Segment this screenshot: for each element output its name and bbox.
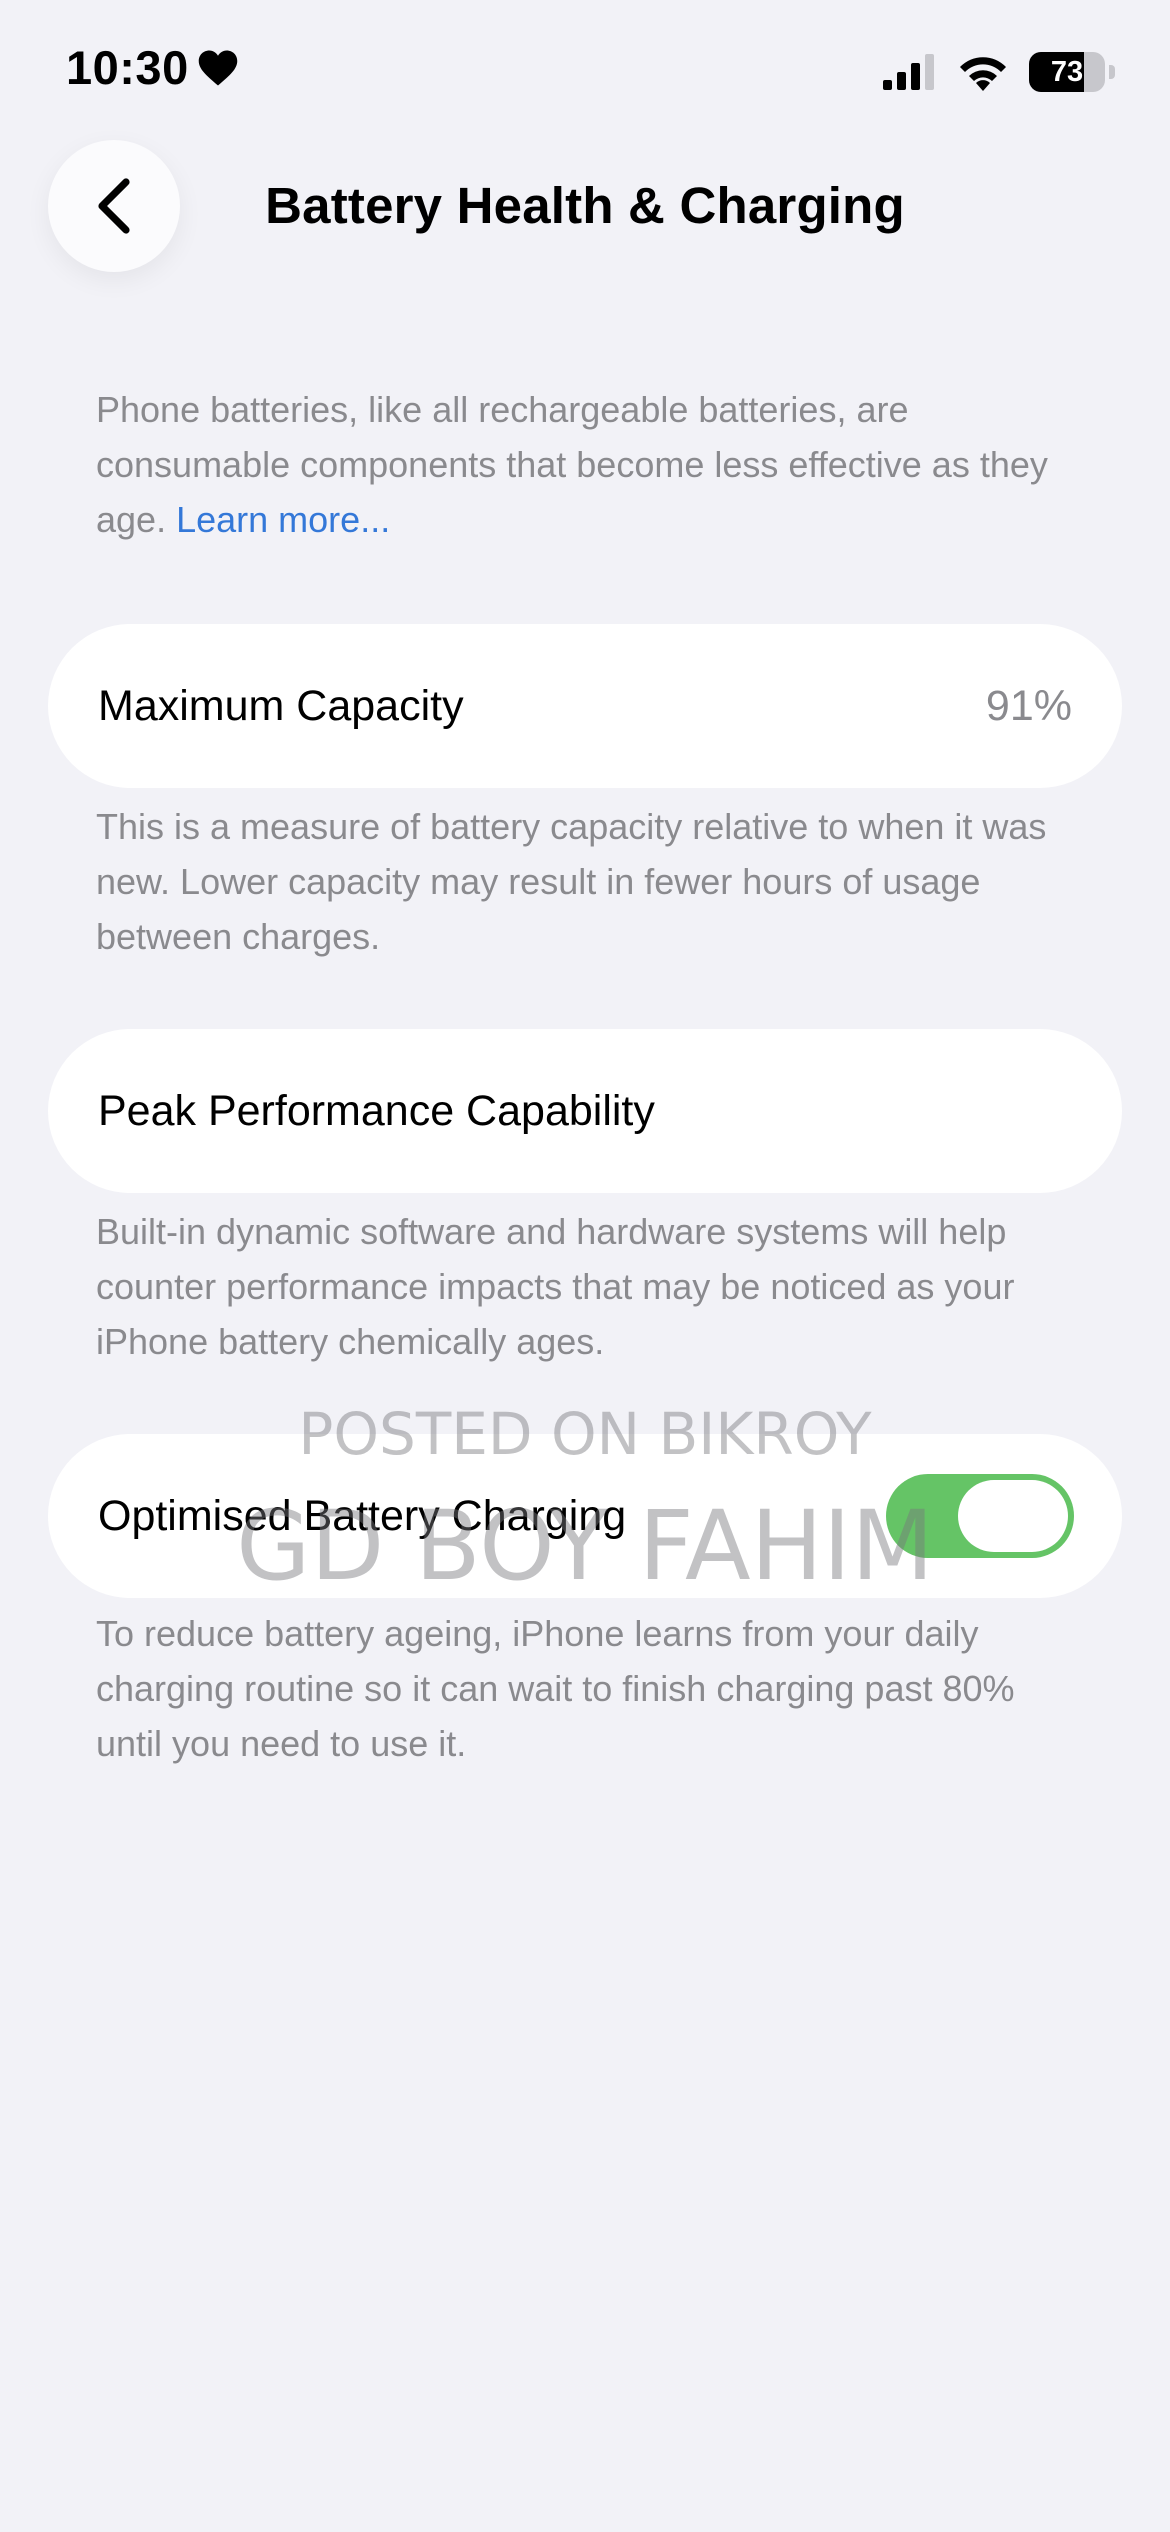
maximum-capacity-description: This is a measure of battery capacity re…	[96, 806, 1047, 957]
heart-icon	[198, 50, 237, 85]
maximum-capacity-label: Maximum Capacity	[98, 681, 464, 730]
optimised-charging-toggle[interactable]	[886, 1474, 1074, 1558]
battery-cap	[1109, 65, 1115, 79]
optimised-charging-label: Optimised Battery Charging	[98, 1491, 627, 1540]
maximum-capacity-value: 91%	[985, 681, 1072, 730]
intro-description: Phone batteries, like all rechargeable b…	[96, 382, 1086, 547]
status-bar: 10:30 73	[0, 0, 1170, 150]
optimised-charging-row: Optimised Battery Charging	[48, 1434, 1122, 1598]
peak-performance-row: Peak Performance Capability	[48, 1029, 1122, 1193]
page-title: Battery Health & Charging	[265, 177, 905, 234]
wifi-icon	[960, 57, 1006, 91]
learn-more-link[interactable]: Learn more...	[176, 499, 390, 540]
toggle-knob	[958, 1480, 1068, 1552]
maximum-capacity-row: Maximum Capacity 91%	[48, 624, 1122, 788]
status-indicators: 73	[883, 52, 1115, 92]
peak-performance-label: Peak Performance Capability	[98, 1086, 655, 1135]
battery-level: 73	[1050, 55, 1084, 88]
battery-icon: 73	[1029, 52, 1105, 92]
status-time-text: 10:30	[66, 41, 189, 94]
cellular-signal-icon	[883, 54, 934, 90]
optimised-charging-description: To reduce battery ageing, iPhone learns …	[96, 1613, 1015, 1764]
status-time: 10:30	[66, 40, 239, 95]
peak-performance-description: Built-in dynamic software and hardware s…	[96, 1211, 1015, 1362]
